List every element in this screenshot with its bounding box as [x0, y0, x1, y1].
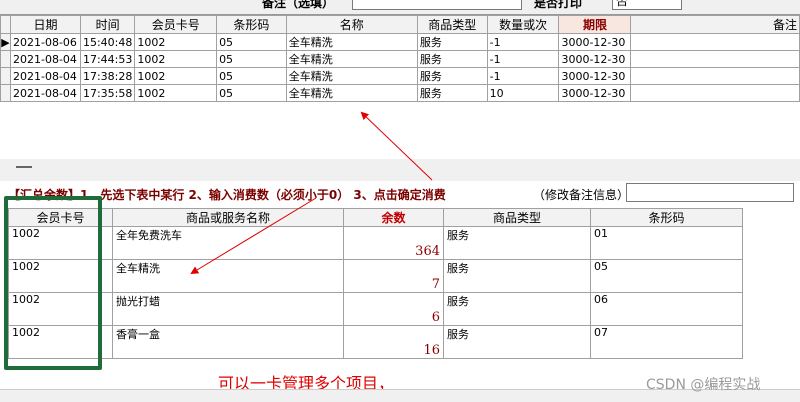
print-select[interactable]: 否	[612, 0, 682, 10]
table-row[interactable]: 2021-08-04 17:44:53 1002 05 全车精洗 服务 -1 3…	[0, 50, 800, 68]
col-header-barcode[interactable]: 条形码	[216, 15, 287, 34]
watermark: CSDN @编程实战	[646, 377, 761, 393]
note-optional-label: 备注（选填）	[262, 0, 335, 10]
cell-name[interactable]: 全车精洗	[285, 84, 418, 102]
col-header-limit[interactable]: 期限	[558, 15, 632, 34]
edit-note-label: （修改备注信息）	[533, 188, 630, 202]
col-header-barcode[interactable]: 条形码	[590, 208, 743, 227]
cell-barcode[interactable]: 05	[216, 84, 287, 102]
cell-barcode[interactable]: 01	[590, 226, 743, 260]
cell-card[interactable]: 1002	[134, 67, 218, 85]
cell-item-name[interactable]: 香膏一盒	[112, 325, 344, 359]
cell-item-name[interactable]: 全车精洗	[112, 259, 344, 293]
cell-remark[interactable]	[630, 50, 800, 68]
col-header-remark[interactable]: 备注	[630, 15, 800, 34]
table-row[interactable]: 1002 香膏一盒 16 服务 07	[8, 325, 743, 359]
table-row[interactable]: 1002 抛光打蜡 6 服务 06	[8, 292, 743, 326]
cell-item-name[interactable]: 抛光打蜡	[112, 292, 344, 326]
cell-limit[interactable]: 3000-12-30	[558, 84, 632, 102]
cell-date[interactable]: 2021-08-06	[9, 33, 81, 51]
col-header-time[interactable]: 时间	[79, 15, 136, 34]
edit-note-input[interactable]	[626, 183, 794, 202]
consumption-record-grid: 日期 时间 会员卡号 条形码 名称 商品类型 数量或次 期限 备注 ▶ 2021…	[0, 14, 800, 105]
cell-barcode[interactable]: 07	[590, 325, 743, 359]
table-row[interactable]: ▶ 2021-08-06 15:40:48 1002 05 全车精洗 服务 -1…	[0, 33, 800, 51]
cell-qty[interactable]: -1	[486, 33, 560, 51]
cell-remark[interactable]	[630, 84, 800, 102]
cell-remaining[interactable]: 7	[343, 259, 444, 293]
cell-barcode[interactable]: 05	[216, 50, 287, 68]
top-form-strip: 备注（选填） 是否打印 否	[0, 0, 800, 14]
splitter-grip-icon[interactable]	[16, 166, 32, 168]
print-select-value: 否	[616, 0, 629, 8]
card-column-highlight-box	[4, 196, 102, 370]
col-header-remaining[interactable]: 余数	[343, 208, 444, 227]
col-header-qty[interactable]: 数量或次	[486, 15, 560, 34]
cell-barcode[interactable]: 05	[216, 33, 287, 51]
cell-qty[interactable]: -1	[486, 50, 560, 68]
table-row[interactable]: 1002 全年免费洗车 364 服务 01	[8, 226, 743, 260]
table-row[interactable]: 1002 全车精洗 7 服务 05	[8, 259, 743, 293]
cell-type[interactable]: 服务	[416, 33, 488, 51]
col-header-date[interactable]: 日期	[9, 15, 81, 34]
cell-time[interactable]: 17:38:28	[79, 67, 136, 85]
cell-card[interactable]: 1002	[134, 33, 218, 51]
cell-date[interactable]: 2021-08-04	[9, 67, 81, 85]
print-label: 是否打印	[534, 0, 583, 10]
cell-type[interactable]: 服务	[416, 84, 488, 102]
cell-item-name[interactable]: 全年免费洗车	[112, 226, 344, 260]
cell-limit[interactable]: 3000-12-30	[558, 67, 632, 85]
cell-time[interactable]: 15:40:48	[79, 33, 136, 51]
cell-type[interactable]: 服务	[416, 50, 488, 68]
cell-time[interactable]: 17:35:58	[79, 84, 136, 102]
cell-remaining[interactable]: 364	[343, 226, 444, 260]
cell-remaining[interactable]: 16	[343, 325, 444, 359]
cell-card[interactable]: 1002	[134, 50, 218, 68]
cell-barcode[interactable]: 05	[590, 259, 743, 293]
cell-name[interactable]: 全车精洗	[285, 33, 418, 51]
cell-barcode[interactable]: 05	[216, 67, 287, 85]
cell-limit[interactable]: 3000-12-30	[558, 50, 632, 68]
cell-card[interactable]: 1002	[134, 84, 218, 102]
cell-name[interactable]: 全车精洗	[285, 50, 418, 68]
cell-type[interactable]: 服务	[443, 325, 591, 359]
cell-date[interactable]: 2021-08-04	[9, 84, 81, 102]
cell-qty[interactable]: -1	[486, 67, 560, 85]
current-row-indicator-icon: ▶	[0, 33, 11, 51]
cell-type[interactable]: 服务	[443, 226, 591, 260]
cell-remark[interactable]	[630, 67, 800, 85]
cell-barcode[interactable]: 06	[590, 292, 743, 326]
cell-remark[interactable]	[630, 33, 800, 51]
cell-limit[interactable]: 3000-12-30	[558, 33, 632, 51]
cell-time[interactable]: 17:44:53	[79, 50, 136, 68]
col-header-item-name[interactable]: 商品或服务名称	[112, 208, 344, 227]
table-row[interactable]: 2021-08-04 17:35:58 1002 05 全车精洗 服务 10 3…	[0, 84, 800, 102]
balance-summary-grid: 会员卡号 商品或服务名称 余数 商品类型 条形码 1002 全年免费洗车 364…	[8, 208, 743, 359]
col-header-card[interactable]: 会员卡号	[134, 15, 218, 34]
cell-type[interactable]: 服务	[416, 67, 488, 85]
grid2-header-row: 会员卡号 商品或服务名称 余数 商品类型 条形码	[8, 208, 743, 227]
cell-type[interactable]: 服务	[443, 259, 591, 293]
splitter-panel[interactable]	[0, 159, 800, 181]
row-indicator-header	[0, 15, 11, 34]
cell-type[interactable]: 服务	[443, 292, 591, 326]
grid1-header-row: 日期 时间 会员卡号 条形码 名称 商品类型 数量或次 期限 备注	[0, 15, 800, 34]
col-header-name[interactable]: 名称	[285, 15, 418, 34]
note-optional-input[interactable]	[352, 0, 522, 10]
col-header-type[interactable]: 商品类型	[416, 15, 488, 34]
table-row[interactable]: 2021-08-04 17:38:28 1002 05 全车精洗 服务 -1 3…	[0, 67, 800, 85]
cell-qty[interactable]: 10	[486, 84, 560, 102]
col-header-type[interactable]: 商品类型	[443, 208, 591, 227]
cell-name[interactable]: 全车精洗	[285, 67, 418, 85]
cell-remaining[interactable]: 6	[343, 292, 444, 326]
cell-date[interactable]: 2021-08-04	[9, 50, 81, 68]
grid1-empty-area	[0, 104, 800, 159]
